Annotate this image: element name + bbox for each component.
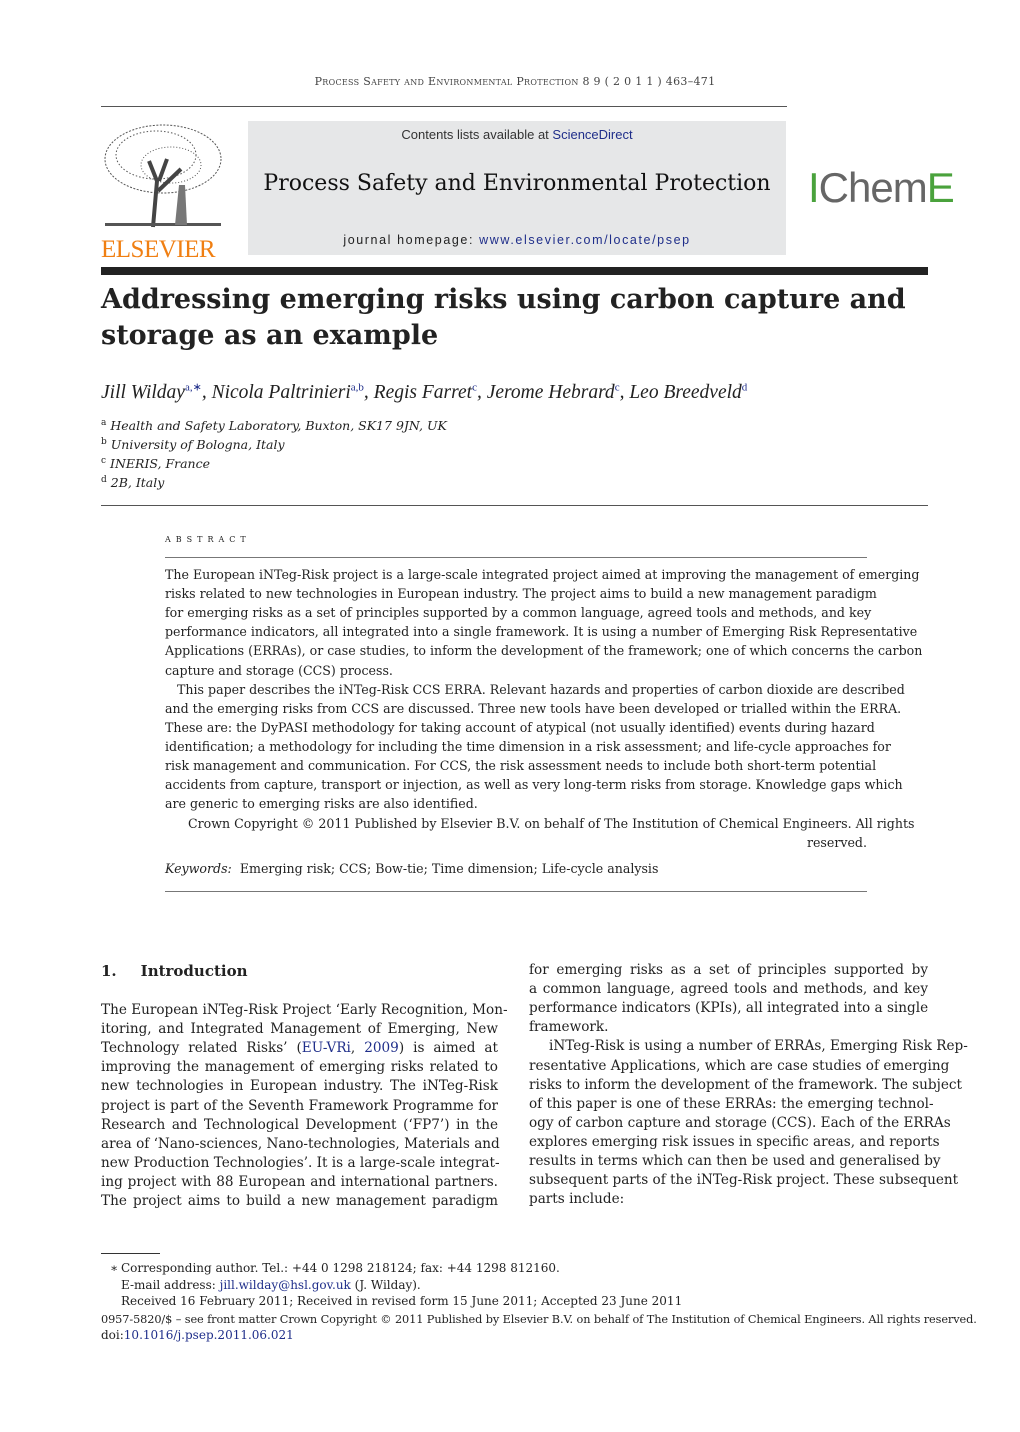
text-line: reserved. [806, 835, 867, 850]
text-line: risk management and communication. For C… [165, 758, 877, 773]
text-line: area of ‘Nano-sciences, Nano-technologie… [101, 1135, 500, 1152]
contents-line: Contents lists available at ScienceDirec… [401, 127, 633, 142]
text-line: identification; a methodology for includ… [165, 739, 891, 754]
text-line: This paper describes the iNTeg-Risk CCS … [177, 682, 905, 697]
footnote-rule [101, 1253, 160, 1254]
icheme-logo: IChemE [808, 164, 955, 211]
text-line: The European iNTeg-Risk project is a lar… [165, 567, 920, 582]
section-heading: 1. Introduction [101, 962, 248, 980]
journal-title: Process Safety and Environmental Protect… [263, 171, 771, 196]
text-line: Applications (ERRAs), or case studies, t… [165, 643, 923, 658]
text-line: Technology related Risks’ (EU-VRi, 2009)… [101, 1040, 498, 1057]
text-line: framework. [529, 1019, 609, 1036]
text-line: resentative Applications, which are case… [529, 1057, 950, 1074]
text-line: risks related to new technologies in Eur… [165, 586, 877, 601]
text-line: The European iNTeg-Risk Project ‘Early R… [101, 1002, 508, 1018]
affiliation: a Health and Safety Laboratory, Buxton, S… [101, 418, 447, 434]
text-line: of this paper is one of these ERRAs: the… [529, 1095, 934, 1112]
citation-link[interactable]: 2009 [364, 1040, 399, 1056]
homepage-link[interactable]: www.elsevier.com/locate/psep [479, 233, 691, 247]
text-line: performance indicators, all integrated i… [165, 624, 918, 639]
text-line: Research and Technological Development (… [101, 1116, 498, 1133]
text-line: parts include: [529, 1191, 625, 1208]
citation-link[interactable]: EU-VRi [302, 1040, 351, 1056]
elsevier-tree-icon [104, 124, 222, 228]
abstract-top-rule [165, 557, 867, 558]
article-title: Addressing emerging risks using carbon c… [101, 284, 906, 351]
journal-banner: Contents lists available at ScienceDirec… [248, 121, 786, 255]
received-dates: Received 16 February 2011; Received in r… [121, 1294, 683, 1308]
affiliation: b University of Bologna, Italy [101, 437, 285, 453]
text-line: itoring, and Integrated Management of Em… [101, 1021, 498, 1038]
elsevier-wordmark: ELSEVIER [101, 236, 216, 263]
author: Jill Wildaya,∗ [101, 381, 202, 403]
author-affiliation-mark[interactable]: c [472, 381, 477, 393]
author: Leo Breedveldd [629, 381, 748, 403]
elsevier-logo: ELSEVIER [101, 121, 225, 263]
text-line: improving the management of emerging ris… [101, 1059, 498, 1076]
text-line: for emerging risks as a set of principle… [529, 962, 928, 978]
author-affiliation-mark[interactable]: a,∗ [185, 381, 202, 393]
abstract-bottom-rule [165, 891, 867, 892]
header-rule [101, 106, 787, 107]
text-line: accidents from capture, transport or inj… [165, 777, 903, 792]
sciencedirect-link[interactable]: ScienceDirect [552, 127, 632, 142]
author-affiliation-mark[interactable]: c [615, 381, 620, 393]
journal-homepage: journal homepage: www.elsevier.com/locat… [343, 233, 691, 247]
keywords: Keywords: Emerging risk; CCS; Bow-tie; T… [165, 861, 659, 876]
text-line: performance indicators (KPIs), all integ… [529, 1000, 929, 1017]
text-line: iNTeg-Risk is using a number of ERRAs, E… [549, 1038, 968, 1055]
text-line: project is part of the Seventh Framework… [101, 1097, 498, 1114]
text-line: are generic to emerging risks are also i… [165, 796, 478, 811]
text-line: ogy of carbon capture and storage (CCS).… [529, 1114, 951, 1131]
text-line: results in terms which can then be used … [529, 1153, 941, 1169]
text-line: a common language, agreed tools and meth… [529, 981, 928, 998]
author-affiliation-mark[interactable]: d [742, 381, 748, 393]
text-line: capture and storage (CCS) process. [165, 663, 393, 678]
text-line: risks to inform the development of the f… [529, 1076, 962, 1093]
footnote-star: ∗ [110, 1261, 119, 1275]
affiliation-rule [101, 505, 928, 506]
affiliation: c INERIS, France [101, 456, 211, 472]
copyright-line: 0957-5820/$ – see front matter Crown Cop… [101, 1313, 977, 1326]
email-link[interactable]: jill.wilday@hsl.gov.uk [220, 1278, 351, 1292]
doi-link[interactable]: 10.1016/j.psep.2011.06.021 [124, 1328, 294, 1342]
text-line: These are: the DyPASI methodology for ta… [165, 720, 875, 735]
text-line: The project aims to build a new manageme… [101, 1193, 498, 1209]
running-header: Process Safety and Environmental Protect… [314, 75, 716, 88]
text-line: and the emerging risks from CCS are disc… [165, 701, 902, 716]
abstract-heading: abstract [165, 532, 251, 545]
doi-line: doi:10.1016/j.psep.2011.06.021 [101, 1328, 294, 1342]
thick-rule [101, 267, 928, 275]
text-line: new technologies in European industry. T… [101, 1078, 498, 1095]
author: Jerome Hebrardc [486, 381, 620, 403]
affiliation: d 2B, Italy [101, 475, 165, 491]
text-line: for emerging risks as a set of principle… [165, 605, 872, 620]
author: Regis Farretc [373, 381, 477, 403]
paper-page: { "running_header":"Process Safety and E… [0, 0, 1020, 1432]
text-line: new Production Technologies’. It is a la… [101, 1154, 500, 1171]
author-affiliation-mark[interactable]: a,b [351, 381, 364, 393]
author: Nicola Paltrinieria,b [211, 381, 364, 403]
text-line: ing project with 88 European and interna… [101, 1173, 498, 1190]
text-line: Crown Copyright © 2011 Published by Else… [188, 816, 915, 831]
email-line: E-mail address: jill.wilday@hsl.gov.uk (… [121, 1278, 421, 1292]
corresponding-author: Corresponding author. Tel.: +44 0 1298 2… [121, 1261, 560, 1275]
text-line: subsequent parts of the iNTeg-Risk proje… [529, 1172, 959, 1189]
text-line: explores emerging risk issues in specifi… [529, 1133, 940, 1150]
author-list: Jill Wildaya,∗, Nicola Paltrinieria,b, R… [101, 381, 748, 403]
